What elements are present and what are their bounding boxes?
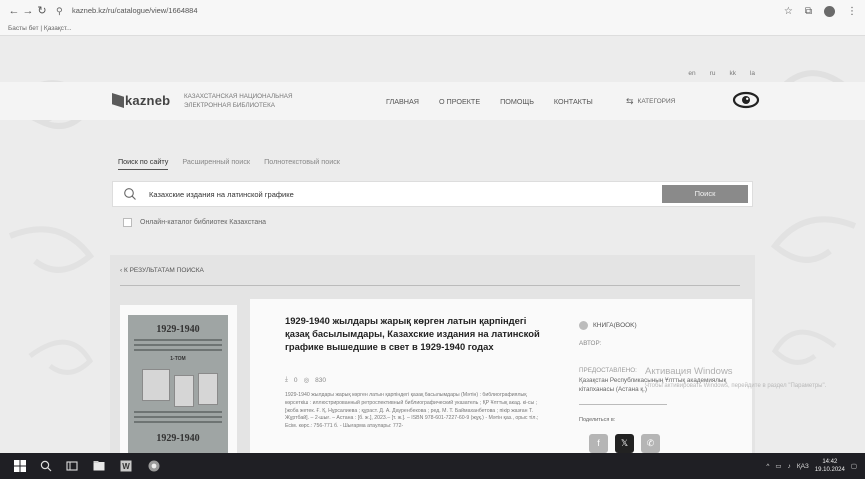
share-label: Поделиться в: (579, 417, 616, 423)
word-icon[interactable]: W (120, 460, 132, 472)
windows-start-icon[interactable] (14, 460, 26, 472)
chrome-icon[interactable] (148, 460, 160, 472)
back-to-results-link[interactable]: ‹ К РЕЗУЛЬТАТАМ ПОИСКА (120, 267, 204, 274)
book-meta: КНИГА(BOOK) АВТОР: ПРЕДОСТАВЛЕНО: Қазақс… (579, 321, 739, 405)
windows-activation-subtitle: Чтобы активировать Windows, перейдите в … (645, 383, 827, 389)
tab-advanced-search[interactable]: Расширенный поиск (182, 157, 250, 170)
book-description: 1929-1940 жылдары жарық көрген латын қар… (285, 392, 539, 430)
library-catalog-label: Онлайн-каталог библиотек Казахстана (140, 219, 266, 226)
bookmark-item[interactable]: Басты бет | Қазақст... (8, 25, 72, 32)
cover-image: 1929-1940 1-ТОМ 1929-1940 (128, 315, 228, 453)
library-catalog-checkbox[interactable] (123, 218, 132, 227)
profile-avatar[interactable] (824, 5, 835, 17)
logo-icon[interactable] (112, 93, 124, 108)
task-view-icon[interactable] (66, 460, 78, 472)
clock[interactable]: 14:42 19.10.2024 (815, 458, 845, 474)
book-stats: ⤓ 0 ◎ 830 (285, 376, 326, 384)
search-input[interactable]: Казахские издания на латинской графике (149, 190, 294, 199)
lang-en[interactable]: en (688, 70, 695, 77)
search-icon[interactable] (40, 460, 52, 472)
keyboard-language[interactable]: ҚАЗ (797, 463, 809, 470)
book-type-icon (579, 321, 588, 330)
menu-dots-icon[interactable]: ⋮ (847, 6, 857, 17)
author-label: АВТОР: (579, 340, 602, 347)
cover-year-range-bottom: 1929-1940 (156, 433, 200, 444)
search-tabs: Поиск по сайту Расширенный поиск Полноте… (118, 157, 340, 170)
windows-taskbar: W ^ ▭ ♪ ҚАЗ 14:42 19.10.2024 ▢ (0, 453, 865, 479)
library-catalog-option: Онлайн-каталог библиотек Казахстана (123, 218, 266, 227)
download-count: 0 (293, 376, 298, 384)
lang-ru[interactable]: ru (710, 70, 716, 77)
bookmark-star-icon[interactable]: ☆ (784, 6, 793, 17)
search-button[interactable]: Поиск (662, 185, 748, 203)
sliders-icon: ⇆ (626, 96, 634, 106)
facebook-icon[interactable]: f (589, 434, 608, 453)
show-hidden-icons-icon[interactable]: ^ (766, 463, 769, 470)
accessibility-eye-icon[interactable] (732, 91, 760, 109)
divider (120, 285, 740, 286)
site-settings-icon[interactable]: ⚲ (56, 3, 63, 19)
browser-toolbar: ← → ↻ ⚲ kazneb.kz/ru/catalogue/view/1664… (0, 0, 865, 22)
lang-kk[interactable]: kk (729, 70, 736, 77)
tab-fulltext-search[interactable]: Полнотекстовый поиск (264, 157, 340, 170)
tab-site-search[interactable]: Поиск по сайту (118, 157, 169, 170)
logo-text[interactable]: kazneb (125, 93, 170, 108)
extensions-icon[interactable]: ⧉ (805, 6, 812, 17)
download-icon: ⤓ (285, 376, 288, 383)
x-icon[interactable]: 𝕏 (615, 434, 634, 453)
whatsapp-icon[interactable]: ✆ (641, 434, 660, 453)
nav-contacts[interactable]: КОНТАКТЫ (554, 97, 593, 106)
search-icon (124, 188, 136, 200)
divider (579, 404, 667, 405)
nav-help[interactable]: ПОМОЩЬ (500, 97, 534, 106)
reload-icon[interactable]: ↻ (34, 3, 50, 19)
book-cover[interactable]: 1929-1940 1-ТОМ 1929-1940 (120, 305, 237, 453)
lang-la[interactable]: la (750, 70, 755, 77)
share-buttons: f 𝕏 ✆ (589, 434, 660, 453)
site-page: en ru kk la kazneb КАЗАХСТАНСКАЯ НАЦИОНА… (0, 36, 865, 453)
volume-icon[interactable]: ♪ (788, 463, 791, 470)
book-type: КНИГА(BOOK) (579, 321, 739, 330)
notifications-icon[interactable]: ▢ (851, 462, 857, 470)
nav-home[interactable]: ГЛАВНАЯ (386, 97, 419, 106)
address-bar[interactable]: ⚲ kazneb.kz/ru/catalogue/view/1664884 (54, 3, 754, 19)
search-form: Казахские издания на латинской графике П… (112, 181, 753, 207)
view-count: 830 (315, 376, 327, 384)
svg-text:W: W (122, 462, 130, 471)
network-icon[interactable]: ▭ (775, 462, 781, 470)
views-icon: ◎ (303, 377, 310, 384)
categories-link[interactable]: ⇆ КАТЕГОРИЯ (626, 96, 675, 107)
url-text: kazneb.kz/ru/catalogue/view/1664884 (72, 6, 198, 15)
library-name: КАЗАХСТАНСКАЯ НАЦИОНАЛЬНАЯ ЭЛЕКТРОННАЯ Б… (184, 93, 293, 109)
bookmarks-bar: Басты бет | Қазақст... (0, 22, 865, 36)
system-tray: ^ ▭ ♪ ҚАЗ 14:42 19.10.2024 ▢ (766, 453, 857, 479)
cover-volume: 1-ТОМ (170, 356, 186, 362)
cover-year-range: 1929-1940 (156, 324, 200, 335)
browser-actions: ☆ ⧉ ⋮ (784, 3, 857, 19)
language-switcher: en ru kk la (688, 70, 755, 77)
file-explorer-icon[interactable] (93, 460, 105, 472)
site-header: kazneb КАЗАХСТАНСКАЯ НАЦИОНАЛЬНАЯ ЭЛЕКТР… (0, 82, 865, 120)
results-panel: ‹ К РЕЗУЛЬТАТАМ ПОИСКА 1929-1940 1-ТОМ 1… (110, 255, 755, 453)
main-nav: ГЛАВНАЯ О ПРОЕКТЕ ПОМОЩЬ КОНТАКТЫ (386, 97, 593, 106)
windows-activation-title: Активация Windows (645, 366, 733, 377)
nav-about[interactable]: О ПРОЕКТЕ (439, 97, 480, 106)
book-title: 1929-1940 жылдары жарық көрген латын қар… (285, 315, 540, 352)
